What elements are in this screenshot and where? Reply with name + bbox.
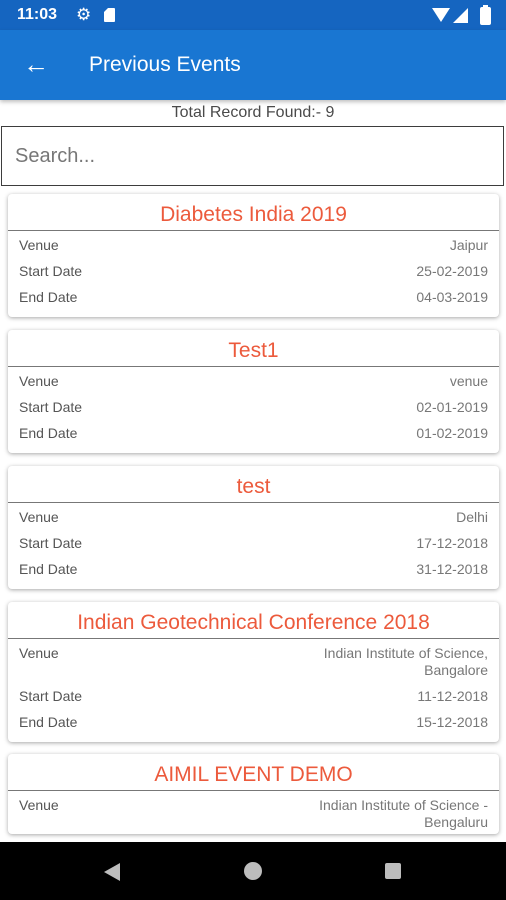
event-card[interactable]: Indian Geotechnical Conference 2018 Venu…: [8, 602, 499, 742]
venue-row: Venue Delhi: [8, 503, 499, 529]
end-date-row: End Date 15-12-2018: [8, 708, 499, 734]
venue-value: Jaipur: [449, 237, 488, 253]
venue-row: Venue Jaipur: [8, 231, 499, 257]
event-card[interactable]: Diabetes India 2019 Venue Jaipur Start D…: [8, 194, 499, 317]
navigation-bar: [0, 842, 506, 900]
end-date-row: End Date 01-02-2019: [8, 419, 499, 445]
event-title: AIMIL EVENT DEMO: [8, 754, 499, 791]
start-date-value: 11-12-2018: [417, 688, 488, 704]
home-circle-icon[interactable]: [244, 862, 262, 880]
arrow-left-icon[interactable]: ←: [22, 49, 50, 79]
battery-icon: [480, 5, 491, 25]
event-title: Diabetes India 2019: [8, 194, 499, 231]
venue-label: Venue: [19, 237, 59, 253]
gear-icon: ⚙: [76, 5, 92, 24]
event-title: test: [8, 466, 499, 503]
venue-row: Venue venue: [8, 367, 499, 393]
venue-value: venue: [449, 373, 488, 389]
start-date-label: Start Date: [19, 263, 83, 279]
signal-icon: [453, 8, 468, 23]
end-date-label: End Date: [19, 425, 78, 441]
end-date-value: 15-12-2018: [416, 714, 488, 730]
search-input[interactable]: [13, 127, 497, 185]
recents-square-icon[interactable]: [385, 863, 401, 879]
start-date-row: Start Date 25-02-2019: [8, 257, 499, 283]
end-date-row: End Date 04-03-2019: [8, 283, 499, 309]
status-bar: 11:03 ⚙: [0, 0, 506, 30]
record-count: Total Record Found:- 9: [171, 104, 335, 121]
venue-label: Venue: [19, 373, 59, 389]
event-card[interactable]: test Venue Delhi Start Date 17-12-2018 E…: [8, 466, 499, 589]
page-title: Previous Events: [89, 53, 241, 76]
wifi-icon: [432, 8, 450, 22]
venue-label: Venue: [19, 509, 59, 525]
event-title: Test1: [8, 330, 499, 367]
start-date-value: 02-01-2019: [416, 399, 488, 415]
venue-row: Venue Indian Institute of Science - Beng…: [8, 791, 499, 834]
end-date-value: 31-12-2018: [416, 561, 488, 577]
back-triangle-icon[interactable]: [104, 863, 120, 881]
start-date-row: Start Date 02-01-2019: [8, 393, 499, 419]
event-card[interactable]: Test1 Venue venue Start Date 02-01-2019 …: [8, 330, 499, 453]
start-date-label: Start Date: [19, 688, 83, 704]
end-date-label: End Date: [19, 714, 78, 730]
start-date-value: 17-12-2018: [416, 535, 488, 551]
start-date-row: Start Date 17-12-2018: [8, 529, 499, 555]
start-date-label: Start Date: [19, 535, 83, 551]
event-title: Indian Geotechnical Conference 2018: [8, 602, 499, 639]
start-date-row: Start Date 11-12-2018: [8, 682, 499, 708]
venue-value: Delhi: [456, 509, 488, 525]
search-box: [1, 126, 504, 186]
venue-label: Venue: [19, 797, 59, 813]
app-bar: ← Previous Events: [0, 30, 506, 100]
end-date-label: End Date: [19, 561, 78, 577]
venue-row: Venue Indian Institute of Science, Banga…: [8, 639, 499, 682]
sd-card-icon: [104, 8, 115, 22]
end-date-label: End Date: [19, 289, 78, 305]
end-date-value: 04-03-2019: [416, 289, 488, 305]
venue-value: Indian Institute of Science - Bengaluru: [319, 797, 488, 830]
venue-value: Indian Institute of Science, Bangalore: [323, 645, 488, 678]
start-date-value: 25-02-2019: [416, 263, 488, 279]
venue-label: Venue: [19, 645, 59, 661]
end-date-row: End Date 31-12-2018: [8, 555, 499, 581]
event-card[interactable]: AIMIL EVENT DEMO Venue Indian Institute …: [8, 754, 499, 834]
status-time: 11:03: [17, 6, 58, 23]
end-date-value: 01-02-2019: [416, 425, 488, 441]
start-date-label: Start Date: [19, 399, 83, 415]
